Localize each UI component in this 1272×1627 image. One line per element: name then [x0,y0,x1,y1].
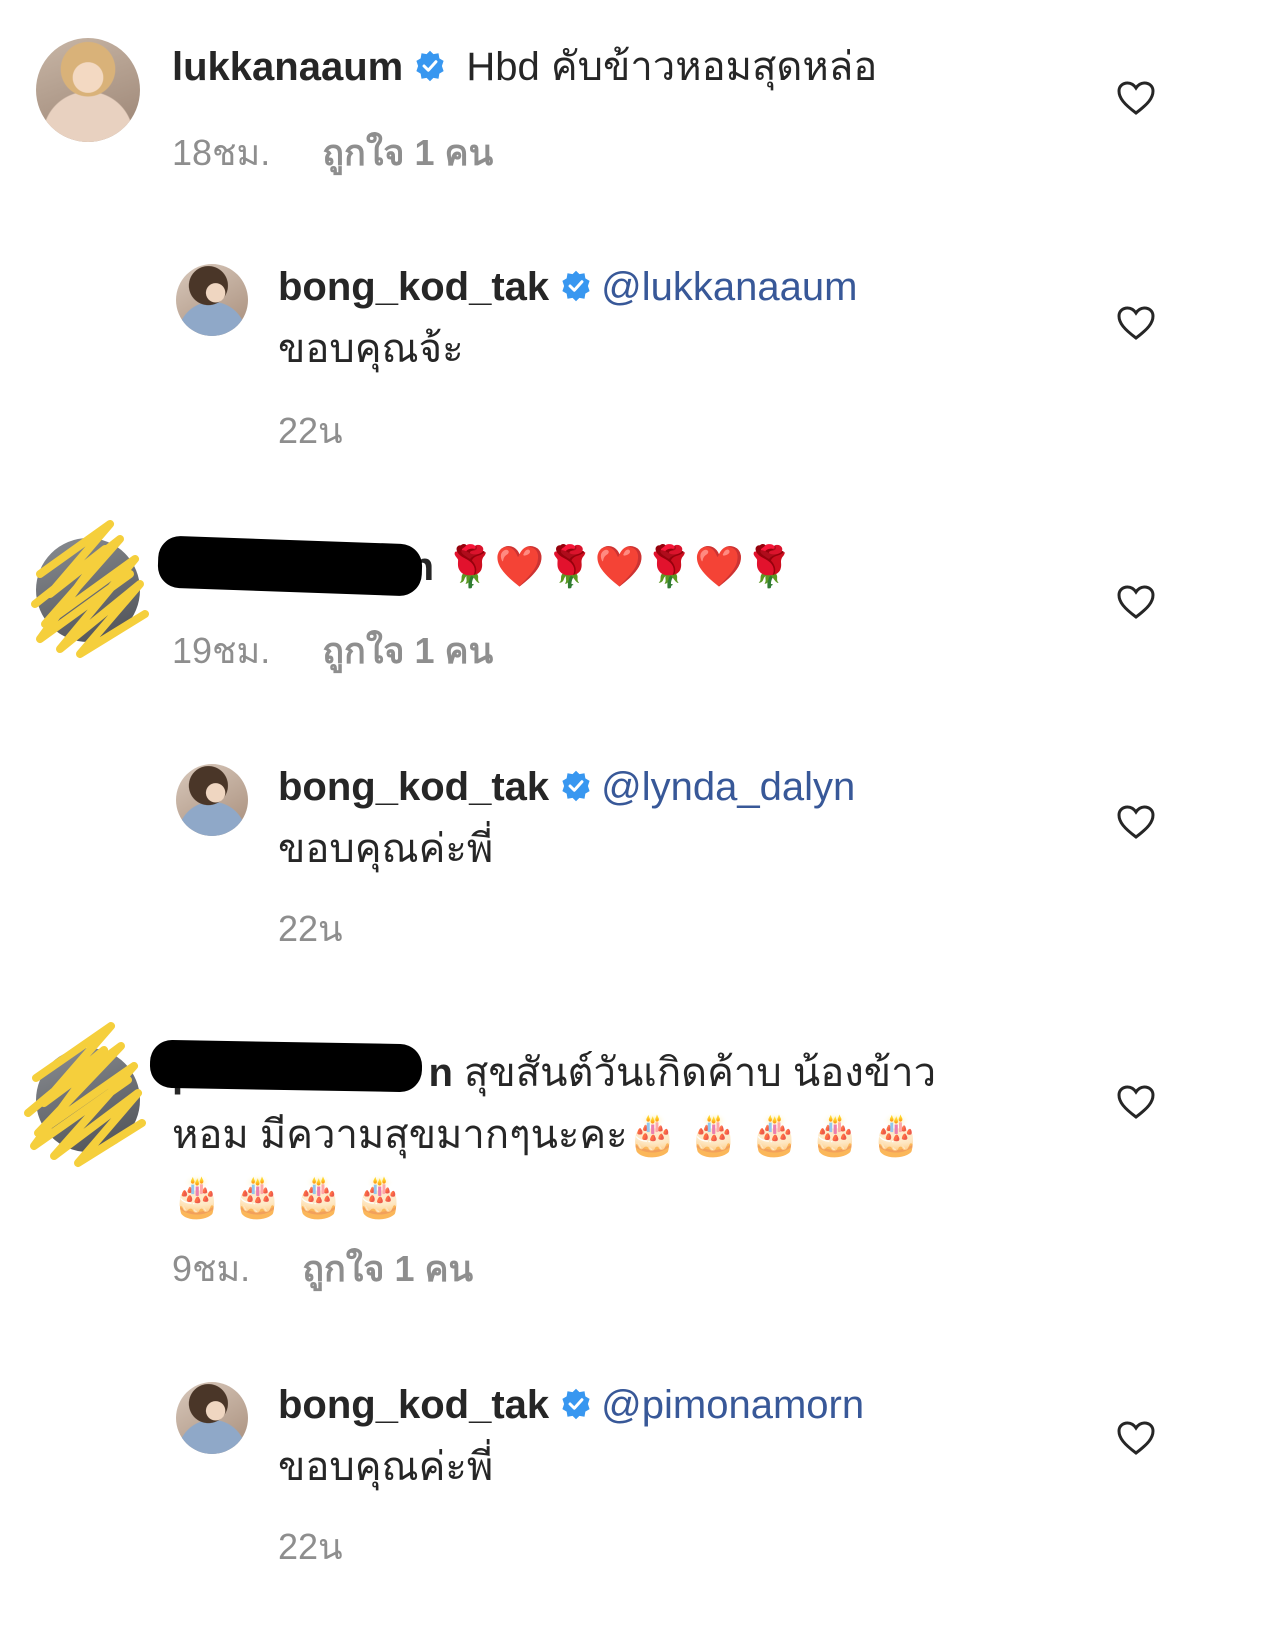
heart-outline-icon[interactable] [1116,1420,1156,1456]
username[interactable]: bong_kod_tak [278,765,549,809]
timestamp: 9ชม. [172,1248,251,1289]
heart-outline-icon[interactable] [1116,584,1156,620]
verified-badge-icon [562,270,590,302]
comment-text-line-1: สุขสันต์วันเกิดค้าบ น้องข้าว [452,1051,937,1095]
mention-link[interactable]: @pimonamorn [601,1383,864,1427]
username[interactable]: bong_kod_tak [278,265,549,309]
black-redaction-bar [157,535,423,597]
heart-outline-icon[interactable] [1116,1084,1156,1120]
username[interactable]: bong_kod_tak [278,1383,549,1427]
heart-outline-icon[interactable] [1116,80,1156,116]
verified-badge-icon [562,770,590,802]
avatar[interactable] [176,764,248,836]
timestamp: 18ชม. [172,132,271,173]
comment-text-line-3: 🎂 🎂 🎂 🎂 [172,1175,405,1219]
comment-text: ขอบคุณจ้ะ [278,327,464,371]
likes-count[interactable]: ถูกใจ 1 คน [322,630,493,671]
timestamp: 22น [278,410,343,451]
comment-text: ขอบคุณค่ะพี่ [278,827,494,871]
comment-text: 🌹❤️🌹❤️🌹❤️🌹 [434,545,794,589]
heart-outline-icon[interactable] [1116,804,1156,840]
comment-text-line-2: หอม มีความสุขมากๆนะคะ🎂 🎂 🎂 🎂 🎂 [172,1113,922,1157]
avatar[interactable] [176,1382,248,1454]
yellow-scribble-redaction [31,520,149,658]
avatar[interactable] [176,264,248,336]
yellow-scribble-redaction [24,1022,146,1167]
mention-link[interactable]: @lukkanaaum [601,265,857,309]
timestamp: 22น [278,1526,343,1567]
avatar[interactable] [36,38,140,142]
likes-count[interactable]: ถูกใจ 1 คน [302,1248,473,1289]
mention-link[interactable]: @lynda_dalyn [601,765,855,809]
black-redaction-bar [149,1039,423,1093]
timestamp: 19ชม. [172,630,271,671]
timestamp: 22น [278,908,343,949]
verified-badge-icon [416,50,444,82]
comment-text: ขอบคุณค่ะพี่ [278,1445,494,1489]
username-end[interactable]: n [428,1051,452,1095]
likes-count[interactable]: ถูกใจ 1 คน [322,132,493,173]
username[interactable]: lukkanaaum [172,45,403,89]
comment-text: Hbd คับข้าวหอมสุดหล่อ [455,45,878,89]
heart-outline-icon[interactable] [1116,305,1156,341]
verified-badge-icon [562,1388,590,1420]
